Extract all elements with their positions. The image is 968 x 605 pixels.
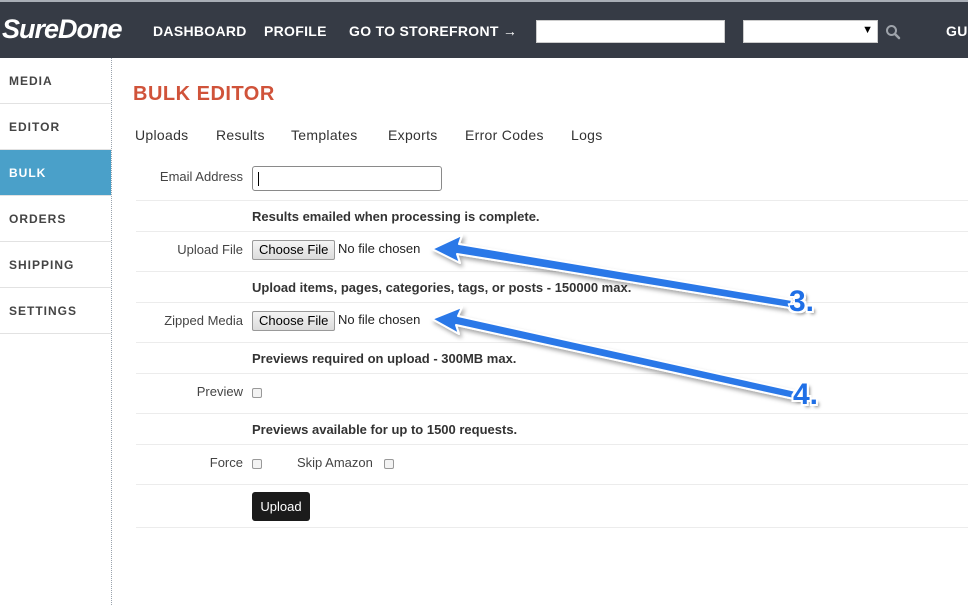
arrow-3 bbox=[431, 234, 793, 309]
arrow-4 bbox=[431, 306, 797, 400]
annotation-arrows bbox=[431, 234, 797, 400]
annotation-label-3: 3. bbox=[789, 285, 815, 318]
annotation-label-4: 4. bbox=[793, 378, 819, 411]
